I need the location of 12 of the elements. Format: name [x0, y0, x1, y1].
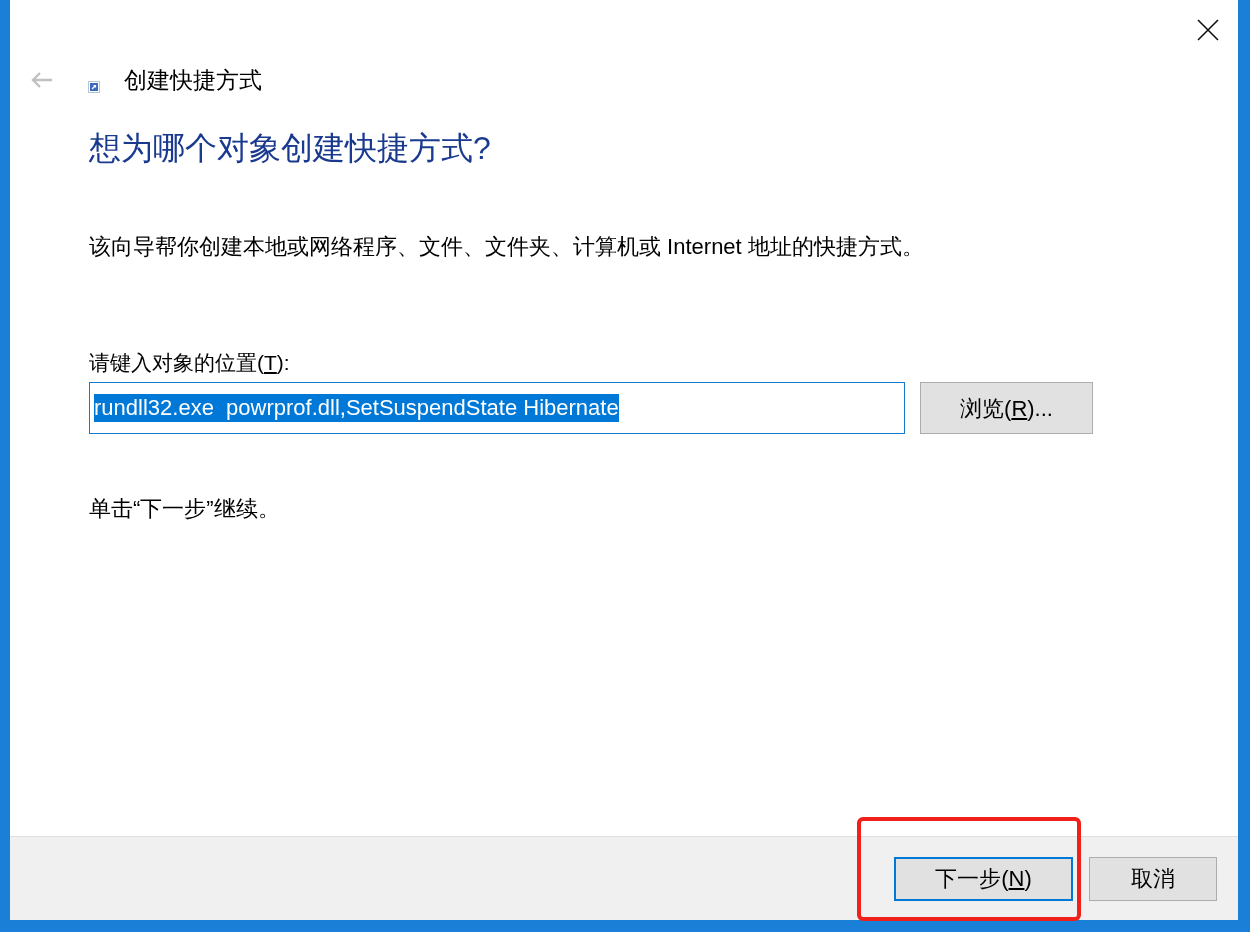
location-input-field[interactable]: rundll32.exe powrprof.dll,SetSuspendState Hibernate	[89, 382, 905, 434]
window-title: 创建快捷方式	[124, 65, 262, 95]
close-icon	[1197, 19, 1219, 41]
hint-text: 单击“下一步”继续。	[89, 495, 281, 523]
wizard-heading: 想为哪个对象创建快捷方式?	[89, 129, 492, 168]
back-arrow-icon	[31, 72, 53, 88]
browse-button[interactable]: 浏览(R)...	[920, 382, 1093, 434]
wizard-button[interactable]: 下一步(N)	[894, 856, 1073, 901]
shortcut-icon	[88, 81, 100, 93]
location-label: 请键入对象的位置(T):	[89, 350, 291, 376]
description-text: 该向导帮你创建本地或网络程序、文件、文件夹、计算机或 Internet 地址的快捷方式。	[89, 233, 925, 261]
wizard-button[interactable]: 取消	[1089, 856, 1217, 901]
